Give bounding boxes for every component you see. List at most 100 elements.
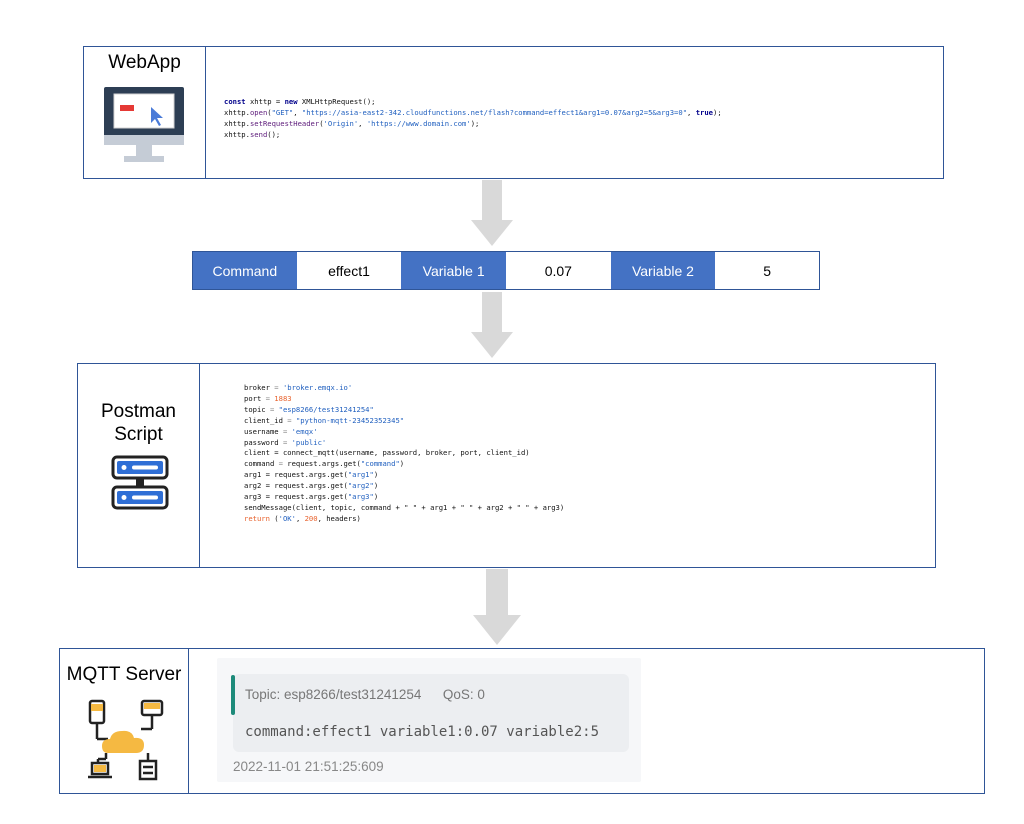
- code-token: ): [373, 470, 379, 480]
- code-token: "esp8266/test31241254": [278, 404, 374, 414]
- code-token: const: [224, 97, 246, 106]
- code-token: "https://asia-east2-342.cloudfunctions.n…: [301, 108, 688, 117]
- monitor-icon: [104, 87, 184, 162]
- code-token: open: [249, 108, 268, 117]
- code-token: ): [373, 492, 379, 502]
- code-token: 200: [304, 513, 318, 523]
- postman-code-line: sendMessage(client, topic, command + " "…: [244, 503, 564, 514]
- code-token: ,: [295, 513, 305, 523]
- postman-code-line: return ('OK', 200, headers): [244, 514, 564, 525]
- postman-code-line: broker = 'broker.emqx.io': [244, 383, 564, 394]
- code-token: xhttp.: [224, 119, 250, 128]
- postman-label-column: Postman Script: [78, 364, 200, 567]
- code-token: ): [373, 481, 379, 491]
- postman-code-line: arg3 = request.args.get("arg3"): [244, 492, 564, 503]
- code-token: xhttp =: [245, 97, 285, 106]
- code-token: command: [244, 459, 279, 469]
- postman-code-line: arg1 = request.args.get("arg1"): [244, 470, 564, 481]
- webapp-label-column: WebApp: [84, 47, 206, 178]
- param-key-cell: Command: [193, 252, 297, 289]
- code-token: "arg3": [347, 492, 374, 502]
- code-token: arg3 = request.args.get(: [244, 492, 348, 502]
- code-token: 'public': [291, 437, 327, 447]
- code-token: );: [713, 108, 722, 117]
- code-token: setRequestHeader: [249, 119, 320, 128]
- message-accent-bar: [231, 675, 235, 715]
- postman-box: Postman Script broker = 'broker.emqx.io'…: [77, 363, 936, 568]
- code-token: 1883: [274, 393, 292, 403]
- webapp-code-line: xhttp.setRequestHeader('Origin', 'https:…: [224, 118, 722, 129]
- postman-label-line2: Script: [114, 424, 163, 445]
- postman-label-line1: Postman: [101, 401, 176, 422]
- code-token: "python-mqtt-23452352345": [295, 415, 405, 425]
- code-token: XMLHttpRequest();: [297, 97, 376, 106]
- code-token: send: [249, 130, 268, 139]
- mqtt-box: MQTT Server Topic: esp8266/test31241254 …: [59, 648, 985, 794]
- webapp-code-line: xhttp.send();: [224, 129, 722, 140]
- message-body: command:effect1 variable1:0.07 variable2…: [245, 724, 600, 740]
- mqtt-label: MQTT Server: [66, 664, 182, 685]
- code-token: ,: [358, 119, 367, 128]
- message-timestamp: 2022-11-01 21:51:25:609: [233, 759, 384, 774]
- code-token: 'emqx': [291, 426, 318, 436]
- code-token: 'OK': [278, 513, 296, 523]
- param-value-cell: effect1: [296, 252, 402, 289]
- code-token: arg1 = request.args.get(: [244, 470, 348, 480]
- network-cloud-icon: [88, 699, 164, 781]
- code-token: ): [399, 459, 405, 469]
- code-token: new: [284, 97, 298, 106]
- code-token: "arg1": [347, 470, 374, 480]
- code-token: arg2 = request.args.get(: [244, 481, 348, 491]
- code-token: topic: [244, 404, 270, 414]
- mqtt-message-panel: Topic: esp8266/test31241254 QoS: 0 comma…: [217, 658, 641, 782]
- code-token: client = connect_mqtt(username, password…: [244, 448, 530, 458]
- webapp-code-block: const xhttp = new XMLHttpRequest(); xhttp…: [224, 96, 722, 140]
- code-token: "arg2": [347, 481, 374, 491]
- code-token: 'https://www.domain.com': [366, 119, 471, 128]
- code-token: 'Origin': [323, 119, 359, 128]
- code-token: );: [470, 119, 480, 128]
- code-token: true: [695, 108, 713, 117]
- code-token: "command": [360, 459, 400, 469]
- postman-code-line: password = 'public': [244, 438, 564, 449]
- postman-code-line: username = 'emqx': [244, 427, 564, 438]
- mqtt-label-column: MQTT Server: [60, 649, 189, 793]
- param-value-cell: 0.07: [505, 252, 611, 289]
- code-token: ();: [267, 130, 281, 139]
- postman-code-line: topic = "esp8266/test31241254": [244, 405, 564, 416]
- code-token: xhttp.: [224, 130, 250, 139]
- postman-code-line: command = request.args.get("command"): [244, 459, 564, 470]
- message-topic: Topic: esp8266/test31241254: [245, 687, 422, 702]
- message-qos: QoS: 0: [442, 687, 485, 702]
- down-arrow-2: [471, 292, 513, 358]
- postman-code-line: client = connect_mqtt(username, password…: [244, 448, 564, 459]
- code-token: sendMessage(client, topic, command + " "…: [244, 502, 565, 512]
- server-icon: [111, 455, 169, 510]
- postman-code-line: arg2 = request.args.get("arg2"): [244, 481, 564, 492]
- code-token: "GET": [271, 108, 294, 117]
- code-token: port: [244, 393, 266, 403]
- down-arrow-3: [473, 569, 521, 645]
- param-key-cell: Variable 1: [401, 252, 506, 289]
- parameter-strip: Command effect1 Variable 1 0.07 Variable 25: [192, 251, 820, 290]
- code-token: xhttp.: [224, 108, 250, 117]
- code-token: ,: [293, 108, 302, 117]
- code-token: username: [244, 426, 283, 436]
- webapp-box: WebApp const xhttp = new XMLHttpRequest(…: [83, 46, 944, 179]
- postman-code-line: client_id = "python-mqtt-23452352345": [244, 416, 564, 427]
- param-value-cell: 5: [715, 252, 819, 289]
- postman-code-line: port = 1883: [244, 394, 564, 405]
- code-token: broker: [244, 383, 275, 392]
- code-token: 'broker.emqx.io': [282, 383, 353, 392]
- mqtt-message-card: [233, 674, 629, 752]
- code-token: client_id: [244, 415, 288, 425]
- code-token: password: [244, 437, 283, 447]
- webapp-code-line: xhttp.open("GET", "https://asia-east2-34…: [224, 107, 722, 118]
- code-token: return: [244, 513, 270, 523]
- code-token: , headers): [317, 513, 361, 523]
- message-topic-line: Topic: esp8266/test31241254 QoS: 0: [245, 687, 485, 702]
- down-arrow-1: [471, 180, 513, 246]
- postman-code-block: broker = 'broker.emqx.io' port = 1883 topi…: [244, 383, 564, 525]
- code-token: ,: [687, 108, 696, 117]
- param-key-cell: Variable 2: [610, 252, 716, 289]
